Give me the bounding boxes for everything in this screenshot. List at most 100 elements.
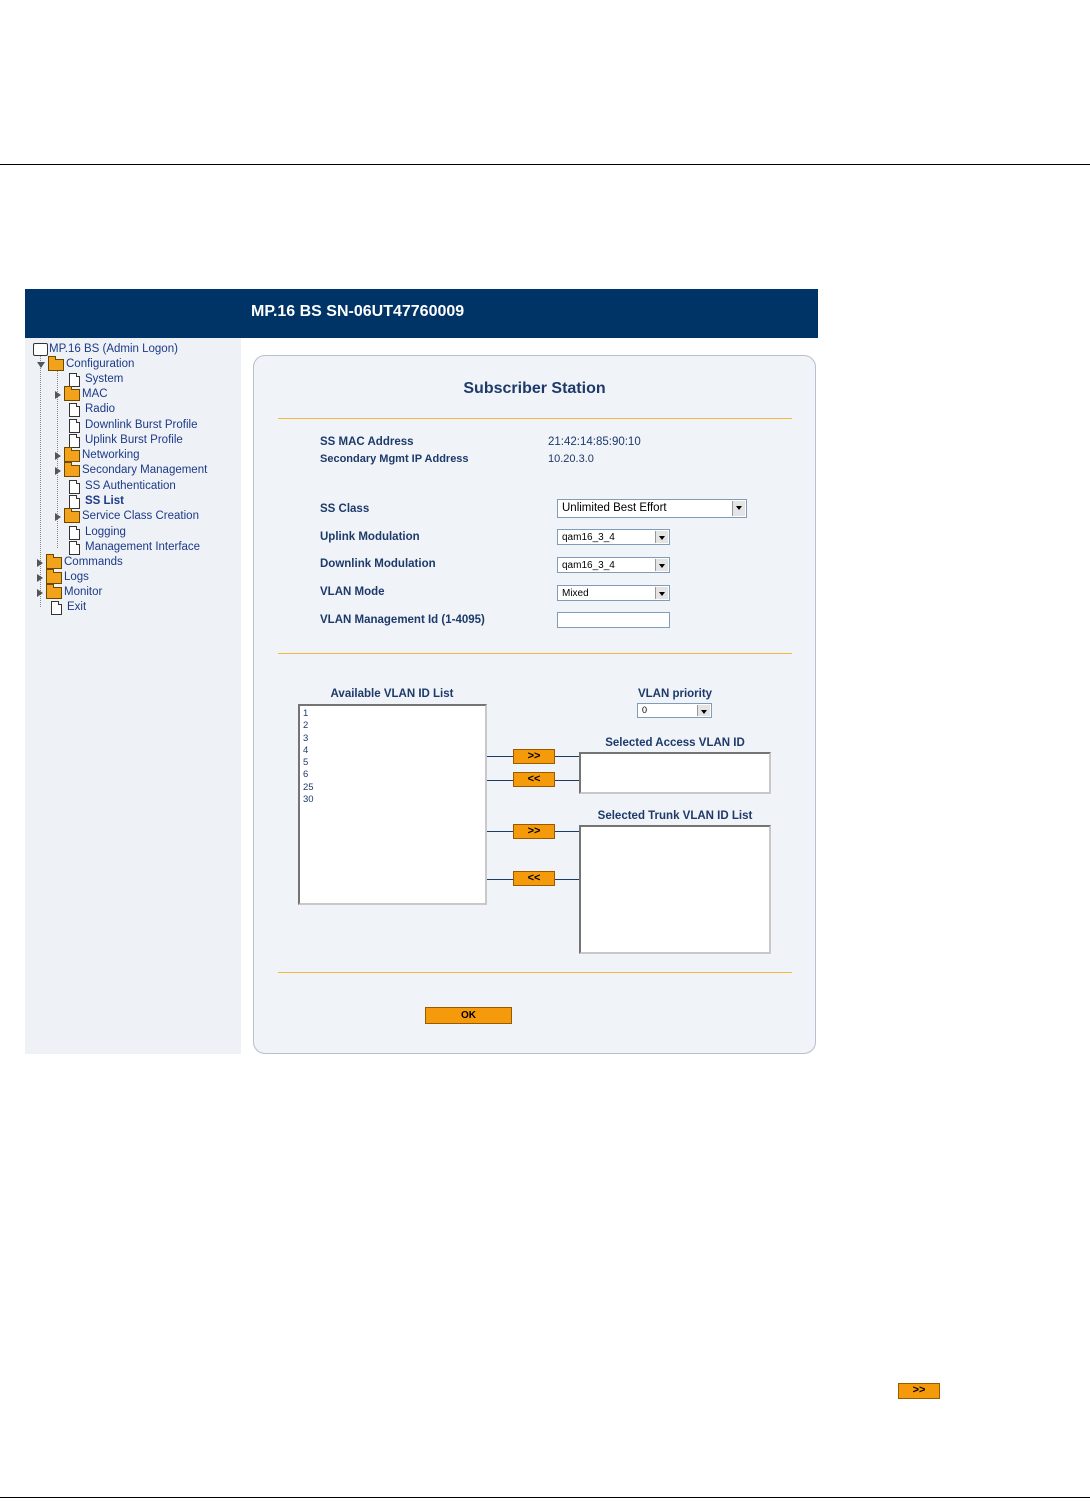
secondary-ip-label: Secondary Mgmt IP Address xyxy=(320,453,469,465)
available-vlan-title: Available VLAN ID List xyxy=(330,688,454,700)
vlan-list-item[interactable]: 3 xyxy=(300,733,485,745)
vlan-mode-label: VLAN Mode xyxy=(320,586,385,598)
page-icon xyxy=(69,402,80,417)
connector-line xyxy=(487,756,513,757)
remove-access-vlan-button[interactable]: << xyxy=(513,772,555,787)
vlan-list-item[interactable]: 25 xyxy=(300,782,485,794)
vlan-mode-select[interactable]: Mixed xyxy=(557,585,670,601)
page-title: Subscriber Station xyxy=(463,380,606,397)
ss-mac-value: 21:42:14:85:90:10 xyxy=(548,436,641,448)
chevron-down-icon[interactable] xyxy=(655,531,668,543)
collapsed-arrow-icon[interactable] xyxy=(55,466,61,475)
connector-line xyxy=(555,831,579,832)
uplink-modulation-select[interactable]: qam16_3_4 xyxy=(557,529,670,545)
access-vlan-list[interactable] xyxy=(579,752,771,794)
nav-logging[interactable]: Logging xyxy=(69,525,126,540)
banner: MP.16 BS SN-06UT47760009 xyxy=(25,289,818,338)
chevron-down-icon[interactable] xyxy=(697,705,710,716)
bottom-rule xyxy=(0,1497,1090,1498)
vlan-list-item[interactable]: 6 xyxy=(300,769,485,781)
folder-open-icon xyxy=(48,355,64,371)
add-trunk-vlan-button[interactable]: >> xyxy=(513,824,555,839)
vlan-list-item[interactable]: 1 xyxy=(300,708,485,720)
add-access-vlan-button[interactable]: >> xyxy=(513,749,555,764)
folder-icon xyxy=(64,507,80,523)
nav-ss-authentication[interactable]: SS Authentication xyxy=(69,479,176,494)
page-icon xyxy=(69,540,80,555)
page-icon xyxy=(69,418,80,433)
available-vlan-items: 1 2 3 4 5 6 25 30 xyxy=(300,708,485,806)
trunk-vlan-title: Selected Trunk VLAN ID List xyxy=(597,810,753,822)
collapsed-arrow-icon[interactable] xyxy=(55,512,61,521)
nav-monitor[interactable]: Monitor xyxy=(37,583,102,600)
vlan-list-item[interactable]: 30 xyxy=(300,794,485,806)
folder-icon xyxy=(46,553,62,569)
vlan-priority-select[interactable]: 0 xyxy=(637,703,712,718)
vlan-management-id-input[interactable] xyxy=(557,612,670,628)
ss-mac-label: SS MAC Address xyxy=(320,436,414,448)
nav-tree: MP.16 BS (Admin Logon) Configuration Sys… xyxy=(25,338,241,638)
chevron-down-icon[interactable] xyxy=(732,501,745,516)
page-icon xyxy=(69,372,80,387)
subscriber-station-panel: Subscriber Station SS MAC Address 21:42:… xyxy=(253,355,816,1054)
connector-line xyxy=(555,879,579,880)
ss-class-select[interactable]: Unlimited Best Effort xyxy=(557,499,747,518)
remove-trunk-vlan-button[interactable]: << xyxy=(513,871,555,886)
vlan-priority-label: VLAN priority xyxy=(637,688,713,700)
connector-line xyxy=(487,780,513,781)
connector-line xyxy=(487,879,513,880)
app-window: MP.16 BS SN-06UT47760009 MP.16 BS (Admin… xyxy=(25,289,818,1054)
uplink-modulation-label: Uplink Modulation xyxy=(320,531,420,543)
collapsed-arrow-icon[interactable] xyxy=(55,451,61,460)
nav-exit[interactable]: Exit xyxy=(51,600,86,615)
nav-configuration[interactable]: Configuration xyxy=(37,355,134,372)
page-icon xyxy=(69,433,80,448)
chevron-down-icon[interactable] xyxy=(655,587,668,599)
forward-button[interactable]: >> xyxy=(898,1383,940,1399)
section-divider xyxy=(278,653,792,654)
banner-title: MP.16 BS SN-06UT47760009 xyxy=(251,303,465,320)
available-vlan-list[interactable]: 1 2 3 4 5 6 25 30 xyxy=(298,704,487,905)
ok-button[interactable]: OK xyxy=(425,1007,512,1024)
nav-ss-list[interactable]: SS List xyxy=(69,494,124,509)
connector-line xyxy=(555,780,579,781)
nav-logs[interactable]: Logs xyxy=(37,568,89,585)
nav-uplink-burst-profile[interactable]: Uplink Burst Profile xyxy=(69,433,183,448)
nav-system[interactable]: System xyxy=(69,372,123,387)
top-rule xyxy=(0,164,1090,165)
downlink-modulation-select[interactable]: qam16_3_4 xyxy=(557,557,670,573)
section-divider xyxy=(278,418,792,419)
sidebar: MP.16 BS (Admin Logon) Configuration Sys… xyxy=(25,338,241,1054)
connector-line xyxy=(555,756,579,757)
nav-secondary-management[interactable]: Secondary Management xyxy=(55,461,207,478)
nav-downlink-burst-profile[interactable]: Downlink Burst Profile xyxy=(69,418,197,433)
connector-line xyxy=(487,831,513,832)
page-icon xyxy=(69,525,80,540)
vlan-list-item[interactable]: 4 xyxy=(300,745,485,757)
page-icon xyxy=(69,479,80,494)
expanded-arrow-icon[interactable] xyxy=(37,361,45,368)
nav-service-class-creation[interactable]: Service Class Creation xyxy=(55,507,199,524)
vlan-management-id-label: VLAN Management Id (1-4095) xyxy=(320,614,485,626)
nav-management-interface[interactable]: Management Interface xyxy=(69,540,200,555)
page-icon xyxy=(51,600,62,615)
vlan-list-item[interactable]: 5 xyxy=(300,757,485,769)
trunk-vlan-list[interactable] xyxy=(579,825,771,954)
chevron-down-icon[interactable] xyxy=(655,559,668,571)
collapsed-arrow-icon[interactable] xyxy=(55,390,61,399)
nav-mac[interactable]: MAC xyxy=(55,385,108,402)
nav-radio[interactable]: Radio xyxy=(69,402,115,417)
ss-class-label: SS Class xyxy=(320,503,370,515)
vlan-list-item[interactable]: 2 xyxy=(300,720,485,732)
folder-icon xyxy=(46,583,62,599)
collapsed-arrow-icon[interactable] xyxy=(37,573,43,582)
folder-icon xyxy=(46,568,62,584)
folder-icon xyxy=(64,461,80,477)
collapsed-arrow-icon[interactable] xyxy=(37,558,43,567)
page-icon xyxy=(69,494,80,509)
folder-icon xyxy=(64,385,80,401)
folder-icon xyxy=(64,446,80,462)
secondary-ip-value: 10.20.3.0 xyxy=(548,453,594,465)
collapsed-arrow-icon[interactable] xyxy=(37,588,43,597)
section-divider xyxy=(278,972,792,973)
